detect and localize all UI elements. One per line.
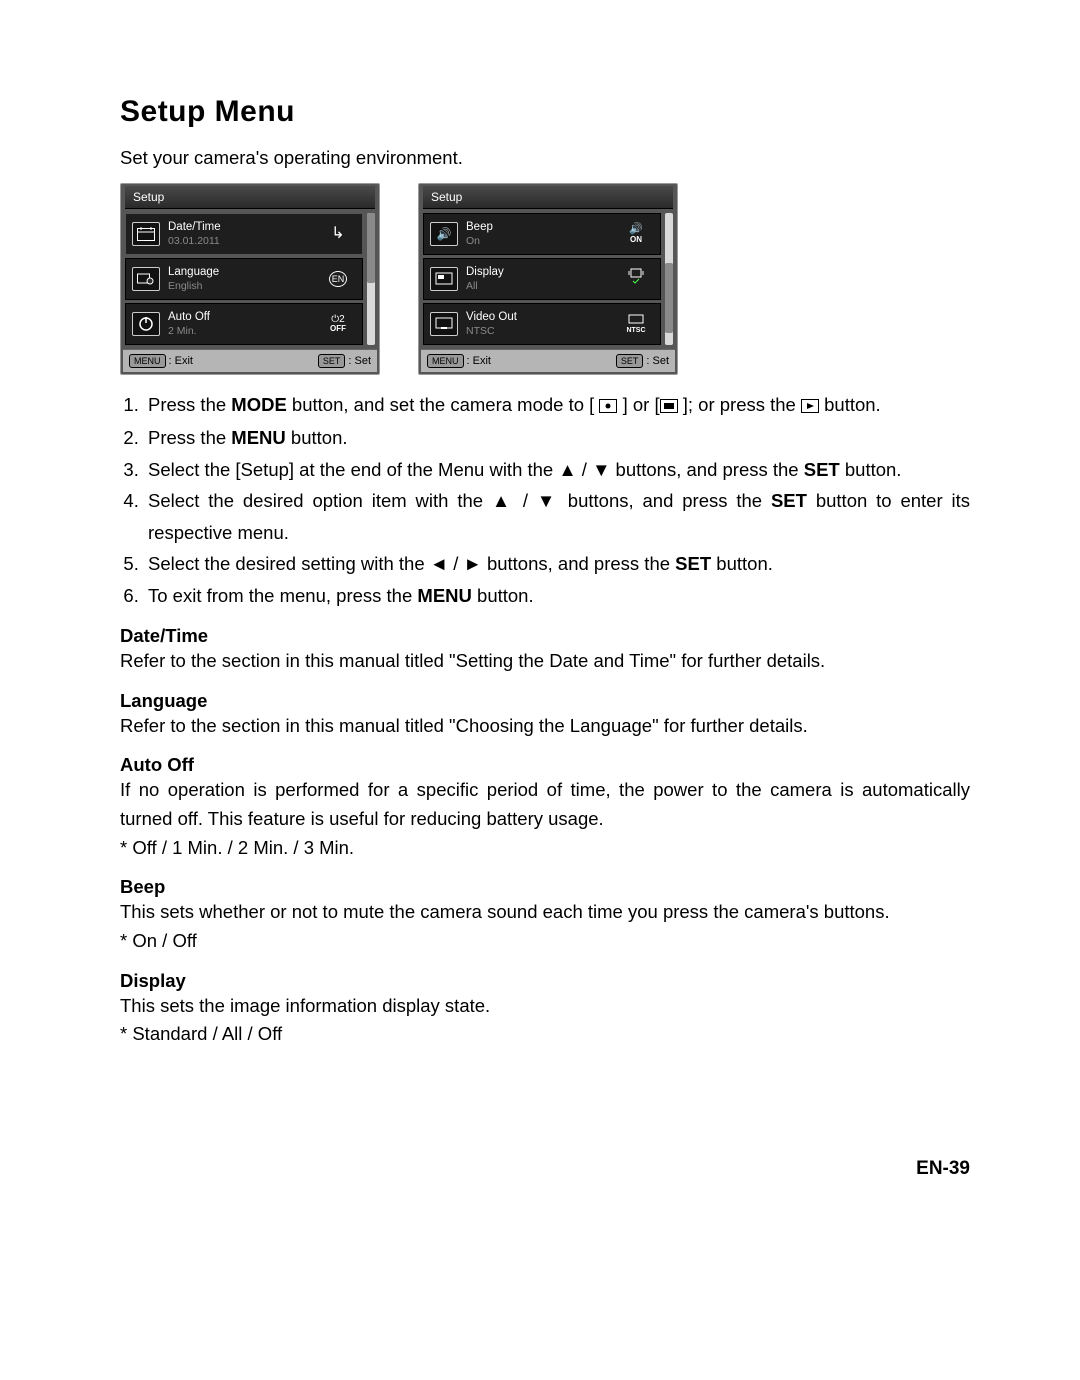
setup-row-beep[interactable]: 🔊 Beep On 🔊 ON <box>423 213 661 255</box>
step-1: Press the MODE button, and set the camer… <box>144 389 970 422</box>
section-title: Beep <box>120 876 970 898</box>
scrollbar[interactable] <box>367 213 375 345</box>
screen-footer: MENU : Exit SET : Set <box>421 349 675 372</box>
section-body: This sets the image information display … <box>120 992 970 1021</box>
setup-row-datetime[interactable]: Date/Time 03.01.2011 ↳ <box>125 213 363 255</box>
screenshot-row: Setup Date/Time 03.01.2011 ↳ <box>120 183 970 375</box>
row-value: All <box>466 280 618 292</box>
section-body: Refer to the section in this manual titl… <box>120 712 970 741</box>
section-options: * Standard / All / Off <box>120 1020 970 1049</box>
section-body: This sets whether or not to mute the cam… <box>120 898 970 927</box>
setup-row-language[interactable]: Language English EN <box>125 258 363 300</box>
section-language: Language Refer to the section in this ma… <box>120 690 970 741</box>
screen-header: Setup <box>125 186 375 209</box>
setup-screen-right: Setup 🔊 Beep On 🔊 ON <box>418 183 678 375</box>
section-display: Display This sets the image information … <box>120 970 970 1049</box>
menu-button-icon: MENU <box>129 354 166 368</box>
step-6: To exit from the menu, press the MENU bu… <box>144 580 970 611</box>
set-button-icon: SET <box>616 354 644 368</box>
screen-footer: MENU : Exit SET : Set <box>123 349 377 372</box>
row-value: NTSC <box>466 325 618 337</box>
screen-header: Setup <box>423 186 673 209</box>
instruction-list: Press the MODE button, and set the camer… <box>120 389 970 611</box>
exit-label: : Exit <box>169 355 193 367</box>
enter-arrow-icon: ↳ <box>320 226 356 243</box>
camera-photo-icon <box>599 391 617 422</box>
row-value: English <box>168 280 320 292</box>
datetime-icon <box>132 222 160 246</box>
menu-button-icon: MENU <box>427 354 464 368</box>
row-label: Auto Off <box>168 311 320 324</box>
page-title: Setup Menu <box>120 95 970 129</box>
row-label: Display <box>466 266 618 279</box>
page-number: EN-39 <box>916 1158 970 1180</box>
set-label: : Set <box>348 355 371 367</box>
section-title: Date/Time <box>120 625 970 647</box>
display-icon <box>430 267 458 291</box>
page-subtitle: Set your camera's operating environment. <box>120 147 970 169</box>
section-title: Language <box>120 690 970 712</box>
setup-screen-left: Setup Date/Time 03.01.2011 ↳ <box>120 183 380 375</box>
row-label: Video Out <box>466 311 618 324</box>
row-label: Language <box>168 266 320 279</box>
section-datetime: Date/Time Refer to the section in this m… <box>120 625 970 676</box>
beep-icon: 🔊 <box>430 222 458 246</box>
video-icon <box>430 312 458 336</box>
language-en-icon: EN <box>320 271 356 287</box>
section-beep: Beep This sets whether or not to mute th… <box>120 876 970 955</box>
section-body: If no operation is performed for a speci… <box>120 776 970 833</box>
beep-status-icon: 🔊 ON <box>618 224 654 244</box>
section-options: * On / Off <box>120 927 970 956</box>
row-label: Beep <box>466 221 618 234</box>
row-label: Date/Time <box>168 221 320 234</box>
camera-video-icon <box>660 391 678 422</box>
set-button-icon: SET <box>318 354 346 368</box>
section-options: * Off / 1 Min. / 2 Min. / 3 Min. <box>120 834 970 863</box>
section-autooff: Auto Off If no operation is performed fo… <box>120 754 970 862</box>
exit-label: : Exit <box>467 355 491 367</box>
play-icon <box>801 391 819 422</box>
step-2: Press the MENU button. <box>144 422 970 453</box>
autooff-icon <box>132 312 160 336</box>
row-value: 2 Min. <box>168 325 320 337</box>
set-label: : Set <box>646 355 669 367</box>
setup-row-display[interactable]: Display All <box>423 258 661 300</box>
scrollbar[interactable] <box>665 213 673 345</box>
step-4: Select the desired option item with the … <box>144 485 970 548</box>
display-status-icon <box>618 268 654 290</box>
step-5: Select the desired setting with the ◄ / … <box>144 548 970 579</box>
setup-row-autooff[interactable]: Auto Off 2 Min. ⏻2 OFF <box>125 303 363 345</box>
step-3: Select the [Setup] at the end of the Men… <box>144 454 970 485</box>
language-icon <box>132 267 160 291</box>
row-value: 03.01.2011 <box>168 235 320 247</box>
section-title: Display <box>120 970 970 992</box>
section-body: Refer to the section in this manual titl… <box>120 647 970 676</box>
row-value: On <box>466 235 618 247</box>
videoout-status-icon: NTSC <box>618 314 654 335</box>
autooff-status-icon: ⏻2 OFF <box>320 315 356 334</box>
section-title: Auto Off <box>120 754 970 776</box>
setup-row-videoout[interactable]: Video Out NTSC NTSC <box>423 303 661 345</box>
